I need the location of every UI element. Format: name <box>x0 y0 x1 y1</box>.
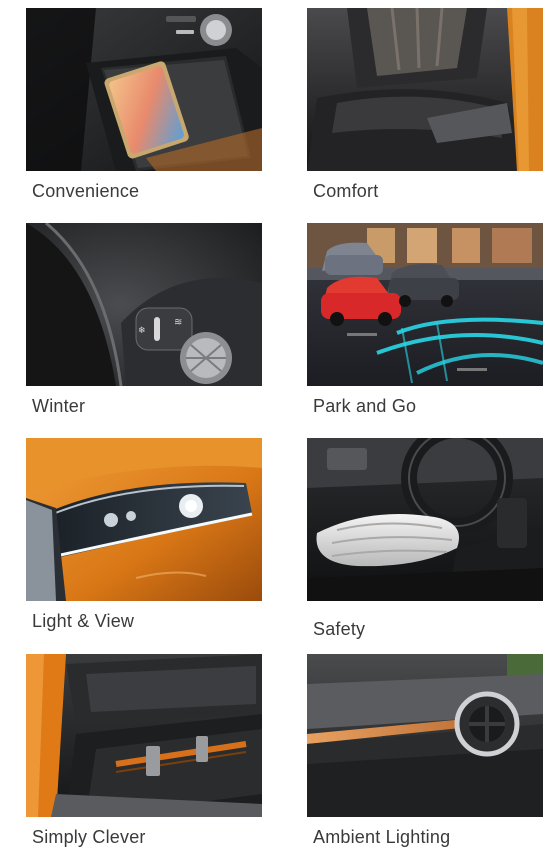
headlight-illustration <box>26 438 262 601</box>
light-and-view-image <box>26 438 262 601</box>
feature-card-safety[interactable]: Safety <box>307 438 543 639</box>
feature-card-comfort[interactable]: Comfort <box>307 8 543 201</box>
card-label: Simply Clever <box>32 827 146 847</box>
winter-image: ❄ ≋ <box>26 223 262 386</box>
card-label: Ambient Lighting <box>313 827 451 847</box>
seat-illustration <box>307 8 543 171</box>
airbag-illustration <box>307 438 543 601</box>
feature-card-light-and-view[interactable]: Light & View <box>26 438 262 631</box>
comfort-image <box>307 8 543 171</box>
card-label: Convenience <box>32 181 140 201</box>
feature-card-simply-clever[interactable]: Simply Clever <box>26 654 262 847</box>
simply-clever-image <box>26 654 262 817</box>
feature-card-ambient-lighting[interactable]: Ambient Lighting <box>307 654 543 847</box>
dashboard-ambient-illustration <box>307 654 543 817</box>
card-label: Comfort <box>313 181 379 201</box>
park-and-go-image <box>307 223 543 386</box>
svg-text:≋: ≋ <box>174 317 182 328</box>
feature-card-park-and-go[interactable]: Park and Go <box>307 223 543 416</box>
feature-card-winter[interactable]: ❄ ≋ Winter <box>26 223 262 416</box>
svg-text:❄: ❄ <box>138 326 146 336</box>
ambient-lighting-image <box>307 654 543 817</box>
phone-charger-illustration <box>26 8 262 171</box>
heated-wheel-button-illustration: ❄ ≋ <box>26 223 262 386</box>
card-label: Winter <box>32 396 86 416</box>
feature-grid: Convenience Comfort ❄ ≋ Winter Park and … <box>0 0 554 854</box>
parking-street-illustration <box>307 223 543 386</box>
safety-image <box>307 438 543 601</box>
boot-cargo-illustration <box>26 654 262 817</box>
convenience-image <box>26 8 262 171</box>
card-label: Park and Go <box>313 396 417 416</box>
card-label: Light & View <box>32 611 135 631</box>
card-label: Safety <box>313 619 366 639</box>
feature-card-convenience[interactable]: Convenience <box>26 8 262 201</box>
